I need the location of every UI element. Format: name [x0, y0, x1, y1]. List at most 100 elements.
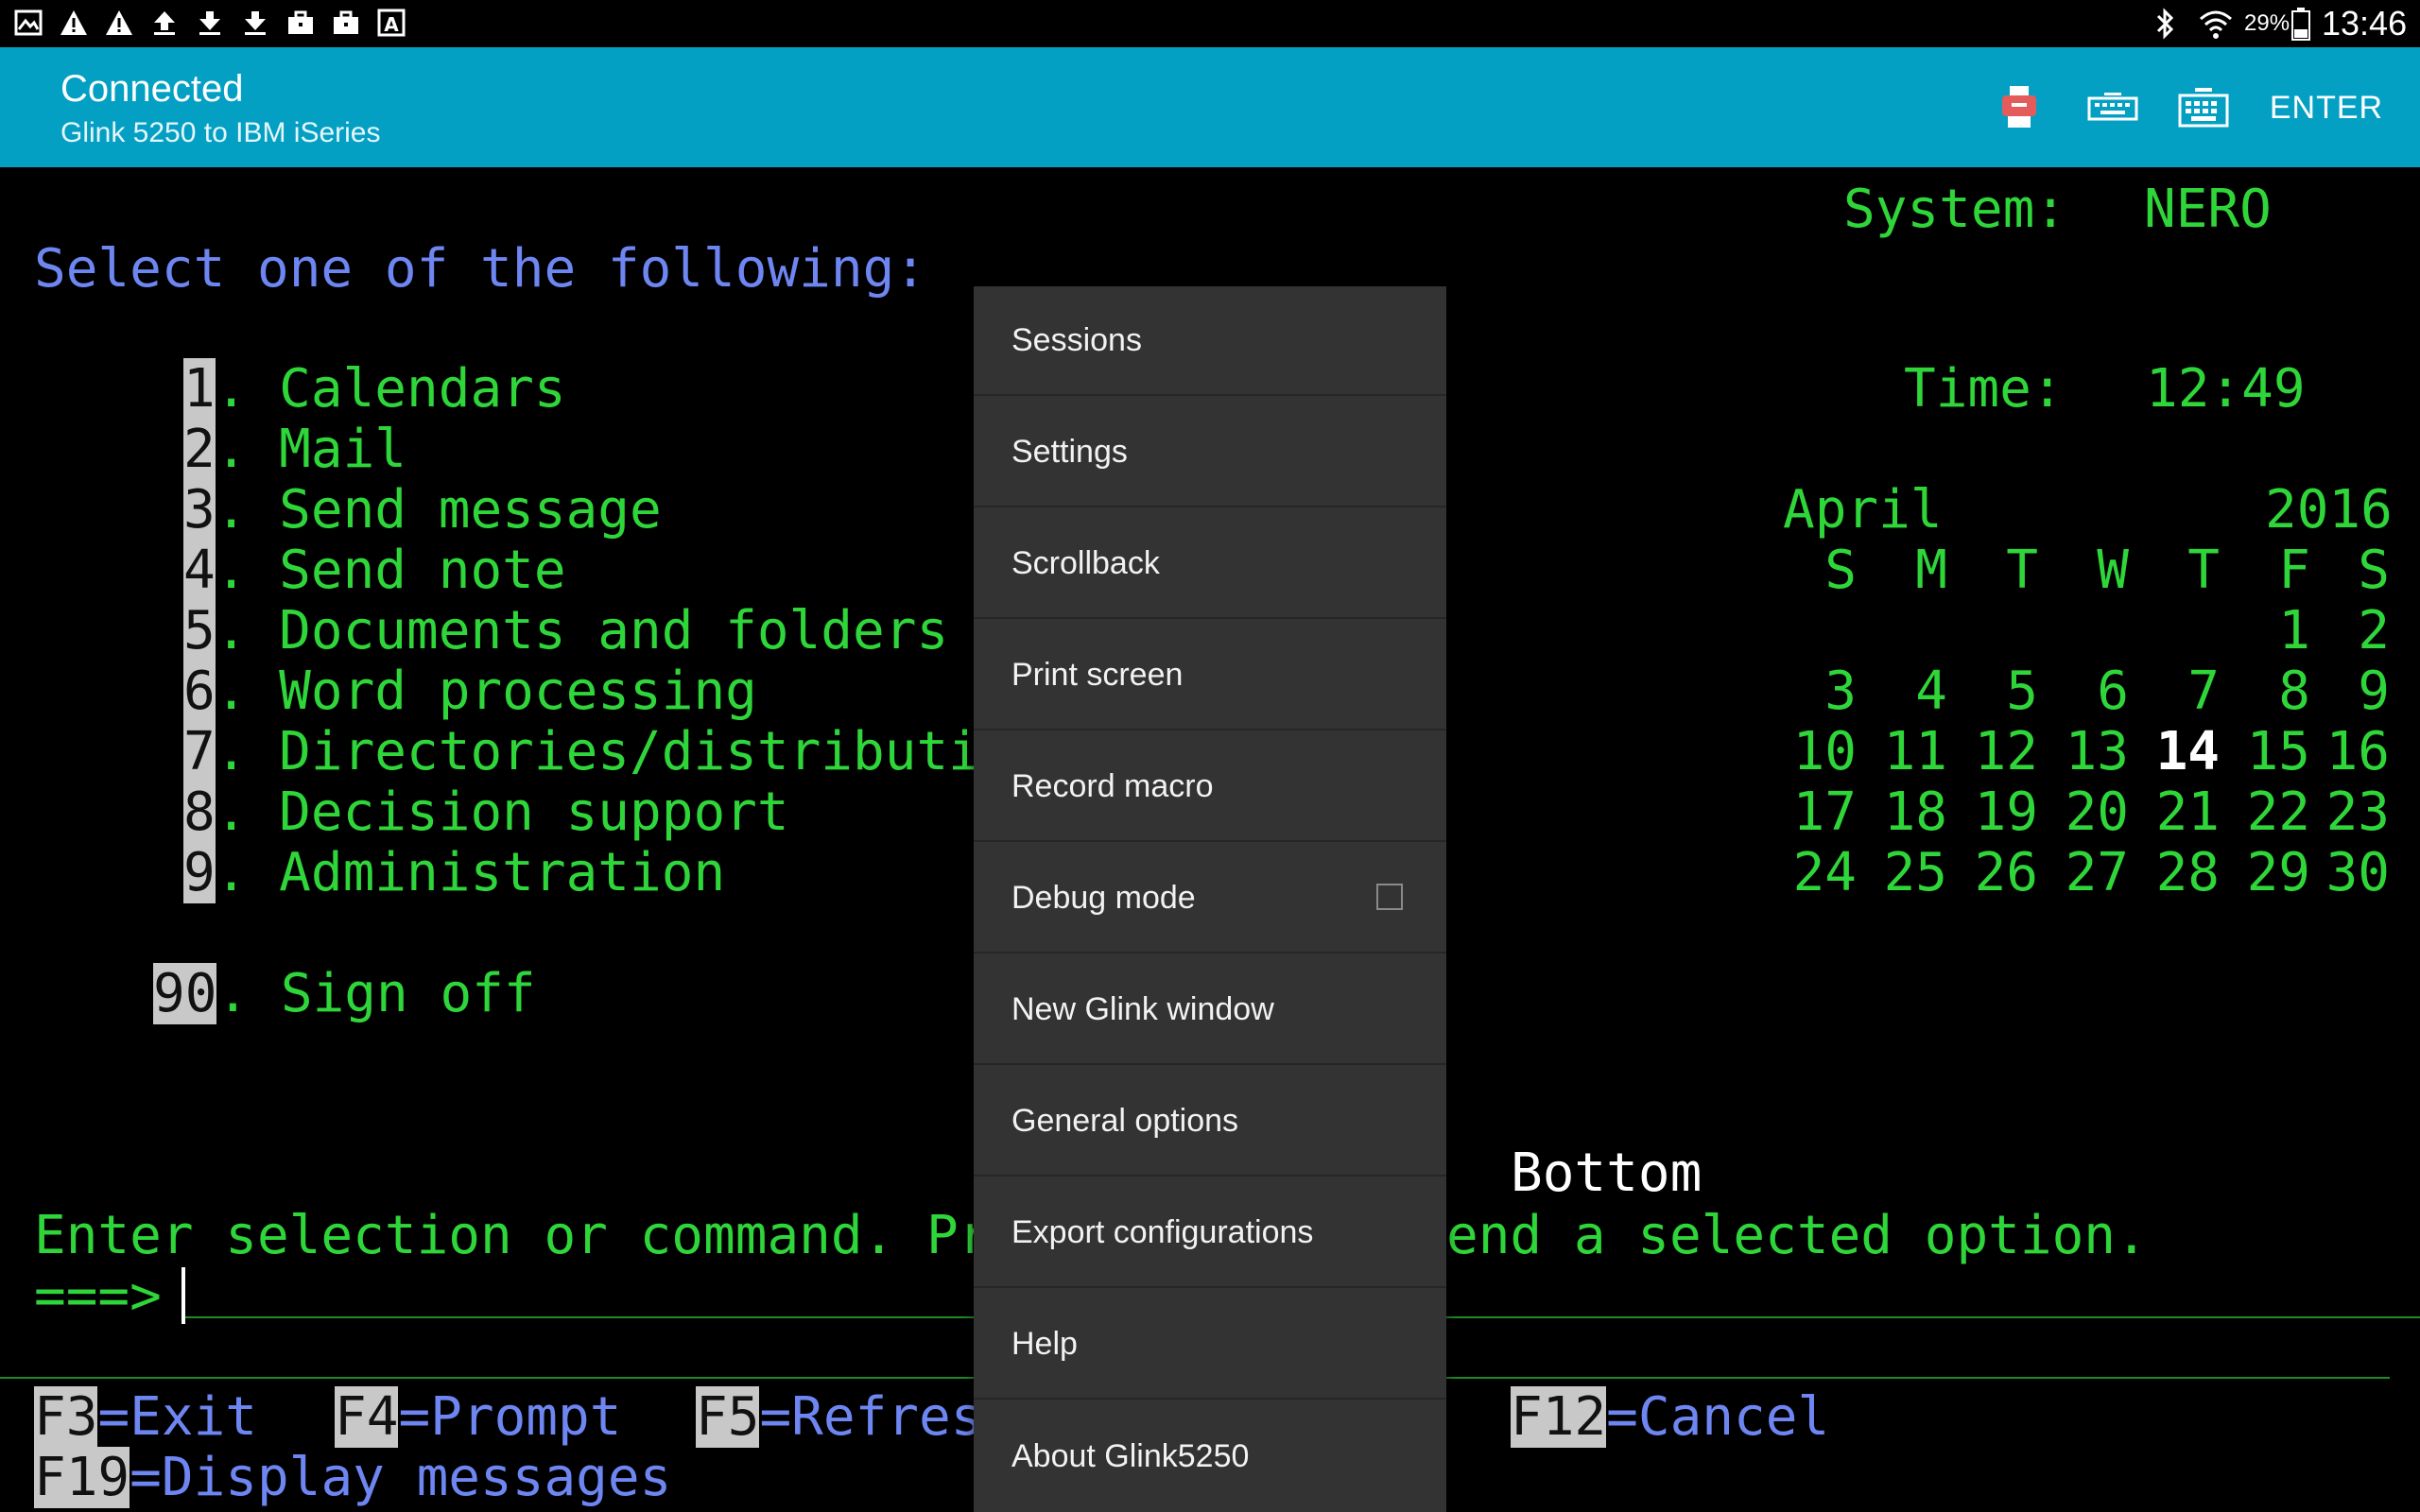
connection-status: Connected	[60, 68, 244, 110]
calendar-month: April	[1783, 479, 1943, 541]
fkey-label: F4	[335, 1386, 399, 1448]
fkey-exit[interactable]: F3=Exit	[34, 1386, 257, 1448]
fkey-action: =Prompt	[398, 1386, 622, 1448]
menu-item-label: Record macro	[1011, 767, 1214, 804]
fkey-label: F5	[696, 1386, 760, 1448]
bottom-indicator: Bottom	[1511, 1143, 1703, 1204]
option-label: . Documents and folders	[215, 600, 949, 662]
keyboard-button[interactable]	[2170, 77, 2237, 138]
calendar-weekday: S	[2358, 540, 2390, 601]
fkey-label: F19	[34, 1447, 130, 1508]
menu-option[interactable]: 1. Calendars	[183, 358, 566, 420]
menu-item-label: About Glink5250	[1011, 1437, 1250, 1474]
macro-button[interactable]	[1991, 77, 2048, 138]
signoff-option[interactable]: 90. Sign off	[153, 963, 536, 1024]
calendar-day: 2	[2358, 600, 2390, 662]
font-icon: A	[376, 8, 406, 38]
menu-item-general-options[interactable]: General options	[974, 1067, 1446, 1177]
session-name: Glink 5250 to IBM iSeries	[60, 117, 381, 148]
fkey-refresh[interactable]: F5=Refres	[696, 1386, 982, 1448]
option-number: 4	[183, 540, 216, 601]
option-number: 5	[183, 600, 216, 662]
menu-item-print-screen[interactable]: Print screen	[974, 621, 1446, 730]
page-heading: Select one of the following:	[34, 238, 927, 300]
option-label: . Send note	[215, 540, 566, 601]
keyboard-icon	[2087, 93, 2138, 121]
option-label: . Directories/distributio	[215, 721, 1012, 782]
menu-item-label: New Glink window	[1011, 990, 1274, 1027]
menu-item-settings[interactable]: Settings	[974, 398, 1446, 507]
option-number: 3	[183, 479, 216, 541]
option-label: . Sign off	[216, 963, 536, 1024]
keyboard-icon	[2178, 88, 2229, 128]
menu-item-help[interactable]: Help	[974, 1290, 1446, 1400]
menu-option[interactable]: 2. Mail	[183, 419, 407, 480]
menu-item-sessions[interactable]: Sessions	[974, 286, 1446, 396]
option-label: . Mail	[215, 419, 407, 480]
debug-mode-checkbox[interactable]	[1376, 884, 1403, 910]
option-number: 2	[183, 419, 216, 480]
image-icon	[13, 8, 43, 38]
option-number: 1	[183, 358, 216, 420]
option-number: 9	[183, 842, 216, 903]
option-label: . Send message	[215, 479, 662, 541]
calendar-day: 9	[2358, 661, 2390, 722]
menu-item-record-macro[interactable]: Record macro	[974, 732, 1446, 842]
menu-item-label: Settings	[1011, 433, 1128, 470]
fkey-label: F12	[1511, 1386, 1607, 1448]
overflow-menu: Sessions Settings Scrollback Print scree…	[974, 286, 1446, 1512]
menu-option[interactable]: 3. Send message	[183, 479, 662, 541]
instruction-text-right: end a selected option.	[1446, 1205, 2148, 1266]
menu-item-about[interactable]: About Glink5250	[974, 1401, 1446, 1511]
download-icon	[195, 8, 225, 38]
instruction-text-left: Enter selection or command. Pre	[34, 1205, 1023, 1266]
time-value: 12:49	[2146, 358, 2306, 420]
clock: 13:46	[2322, 4, 2408, 43]
option-label: . Word processing	[215, 661, 757, 722]
menu-item-scrollback[interactable]: Scrollback	[974, 509, 1446, 619]
briefcase-icon	[285, 8, 316, 38]
fkey-cancel[interactable]: F12=Cancel	[1511, 1386, 1830, 1448]
menu-item-export-configurations[interactable]: Export configurations	[974, 1178, 1446, 1288]
menu-item-label: Scrollback	[1011, 544, 1160, 581]
macro-icon	[2002, 86, 2036, 128]
command-prompt: ===>	[34, 1265, 162, 1327]
fkey-prompt[interactable]: F4=Prompt	[335, 1386, 622, 1448]
menu-option[interactable]: 9. Administration	[183, 842, 726, 903]
briefcase-icon	[331, 8, 361, 38]
calendar-day: 16	[2325, 721, 2390, 782]
fkey-display-messages[interactable]: F19=Display messages	[34, 1447, 671, 1508]
battery-icon	[2291, 0, 2310, 47]
upload-icon	[149, 8, 180, 38]
option-number: 6	[183, 661, 216, 722]
option-label: . Administration	[215, 842, 726, 903]
option-number: 8	[183, 782, 216, 843]
menu-item-label: Export configurations	[1011, 1213, 1314, 1250]
calendar-year: 2016	[2265, 479, 2393, 541]
enter-button[interactable]: ENTER	[2265, 77, 2388, 138]
warning-icon	[59, 8, 89, 38]
menu-option[interactable]: 7. Directories/distributio	[183, 721, 1012, 782]
option-label: . Decision support	[215, 782, 789, 843]
menu-item-label: Sessions	[1011, 321, 1142, 358]
menu-item-new-glink-window[interactable]: New Glink window	[974, 955, 1446, 1065]
menu-item-label: Print screen	[1011, 656, 1184, 693]
download-icon	[240, 8, 270, 38]
menu-item-label: General options	[1011, 1102, 1239, 1139]
keyboard-small-button[interactable]	[2080, 77, 2146, 138]
system-value: NERO	[2144, 179, 2272, 240]
menu-option[interactable]: 4. Send note	[183, 540, 566, 601]
warning-icon	[104, 8, 134, 38]
fkey-action: =Cancel	[1606, 1386, 1830, 1448]
time-label: Time:	[1904, 358, 2064, 420]
text-cursor	[182, 1267, 185, 1324]
status-bar: A 29% 13:46	[0, 0, 2420, 47]
menu-option[interactable]: 8. Decision support	[183, 782, 789, 843]
menu-item-debug-mode[interactable]: Debug mode	[974, 844, 1446, 954]
calendar-day: 23	[2325, 782, 2390, 843]
menu-item-label: Debug mode	[1011, 879, 1196, 916]
menu-option[interactable]: 6. Word processing	[183, 661, 757, 722]
svg-text:A: A	[384, 13, 399, 36]
fkey-label: F3	[34, 1386, 98, 1448]
menu-option[interactable]: 5. Documents and folders	[183, 600, 949, 662]
